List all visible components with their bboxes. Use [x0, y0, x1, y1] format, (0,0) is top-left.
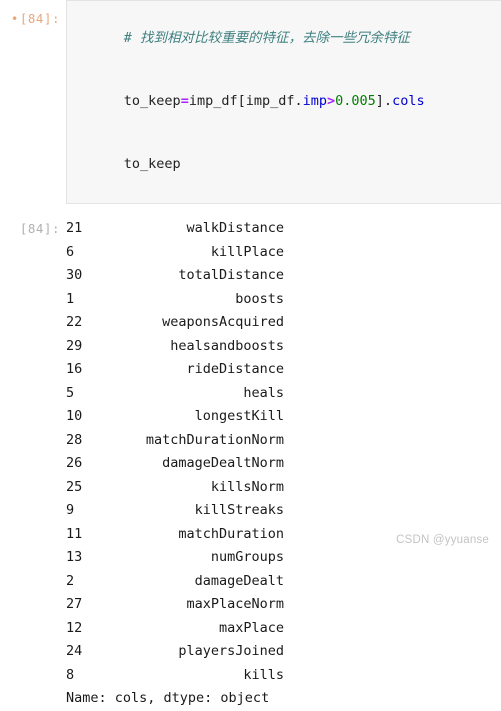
series-index: 12	[66, 619, 83, 636]
series-value: matchDuration	[178, 525, 284, 542]
series-index: 8	[66, 666, 75, 683]
series-index: 16	[66, 361, 83, 377]
series-output: 21 walkDistance 6 killPlace 30 totalDist…	[66, 217, 501, 711]
series-row: 16 rideDistance	[66, 358, 501, 382]
series-index: 21	[66, 220, 83, 236]
series-value: totalDistance	[178, 267, 284, 283]
code-editor[interactable]: # 找到相对比较重要的特征，去除一些冗余特征 to_keep=imp_df[im…	[66, 0, 501, 204]
bracket-token: ].	[375, 93, 393, 109]
series-row: 26 damageDealtNorm	[66, 452, 501, 476]
series-value: maxPlace	[218, 619, 284, 636]
modified-indicator-icon: •	[10, 11, 19, 26]
series-index: 6	[66, 243, 75, 260]
series-value: damageDealtNorm	[162, 455, 284, 471]
attribute-imp-token: imp	[302, 93, 328, 109]
display-variable-token: to_keep	[123, 156, 181, 172]
series-value: weaponsAcquired	[162, 314, 284, 330]
series-value: longestKill	[194, 408, 284, 424]
series-dtype-footer: Name: cols, dtype: object	[66, 690, 270, 706]
variable-token: to_keep	[123, 93, 181, 109]
series-row: 9 killStreaks	[66, 499, 501, 523]
series-row: 27 maxPlaceNorm	[66, 593, 501, 617]
number-token: 0.005	[335, 93, 376, 109]
series-row: 13 numGroups	[66, 546, 501, 570]
series-index: 25	[66, 478, 83, 495]
series-value: maxPlaceNorm	[186, 596, 284, 612]
series-row: 5 heals	[66, 382, 501, 406]
series-row: 30 totalDistance	[66, 264, 501, 288]
series-row: 28 matchDurationNorm	[66, 429, 501, 453]
series-value: damageDealt	[194, 572, 284, 589]
input-prompt: •[84]:	[0, 0, 66, 29]
series-index: 27	[66, 596, 83, 612]
series-value: walkDistance	[186, 220, 284, 236]
output-prompt: [84]:	[19, 221, 60, 236]
series-index: 30	[66, 267, 83, 283]
series-value: rideDistance	[186, 361, 284, 377]
series-row: 21 walkDistance	[66, 217, 501, 241]
code-cell-output: [84]: 21 walkDistance 6 killPlace 30 tot…	[0, 204, 501, 711]
series-index: 29	[66, 337, 83, 354]
series-row: 8 kills	[66, 664, 501, 688]
code-line-display: to_keep	[75, 133, 501, 196]
series-index: 26	[66, 455, 83, 471]
code-cell-input[interactable]: •[84]: # 找到相对比较重要的特征，去除一些冗余特征 to_keep=im…	[0, 0, 501, 204]
series-value: heals	[243, 384, 284, 401]
series-row: 12 maxPlace	[66, 617, 501, 641]
series-index: 5	[66, 384, 75, 401]
series-index: 2	[66, 572, 75, 589]
series-index: 22	[66, 314, 83, 330]
series-index: 24	[66, 643, 83, 659]
comparison-operator-token: >	[327, 93, 336, 109]
series-value: killsNorm	[210, 478, 284, 495]
series-index: 9	[66, 502, 75, 518]
comment-token: # 找到相对比较重要的特征，去除一些冗余特征	[123, 30, 411, 46]
watermark: CSDN @yyuanse	[396, 534, 489, 546]
series-row: 1 boosts	[66, 288, 501, 312]
series-index: 28	[66, 431, 83, 448]
series-index: 13	[66, 549, 83, 565]
series-index: 1	[66, 290, 75, 307]
series-row: 6 killPlace	[66, 241, 501, 265]
series-index: 10	[66, 408, 83, 424]
code-line-comment: # 找到相对比较重要的特征，去除一些冗余特征	[75, 7, 501, 70]
attribute-cols-token: cols	[392, 93, 425, 109]
input-prompt-label: [84]:	[19, 11, 60, 26]
series-row: 25 killsNorm	[66, 476, 501, 500]
series-value: boosts	[235, 290, 284, 307]
series-row: 24 playersJoined	[66, 640, 501, 664]
series-value: healsandboosts	[170, 337, 284, 354]
series-value: killPlace	[210, 243, 284, 260]
series-row: 10 longestKill	[66, 405, 501, 429]
series-value: numGroups	[210, 549, 284, 565]
series-row: 22 weaponsAcquired	[66, 311, 501, 335]
series-value: playersJoined	[178, 643, 284, 659]
series-row: 29 healsandboosts	[66, 335, 501, 359]
series-value: matchDurationNorm	[145, 431, 284, 448]
series-row: 2 damageDealt	[66, 570, 501, 594]
code-line-assignment: to_keep=imp_df[imp_df.imp>0.005].cols	[75, 70, 501, 133]
series-value: killStreaks	[194, 502, 284, 518]
series-value: kills	[243, 666, 284, 683]
assign-operator-token: =	[180, 93, 189, 109]
series-index: 11	[66, 525, 83, 542]
subscript-token: imp_df[imp_df.	[188, 93, 303, 109]
